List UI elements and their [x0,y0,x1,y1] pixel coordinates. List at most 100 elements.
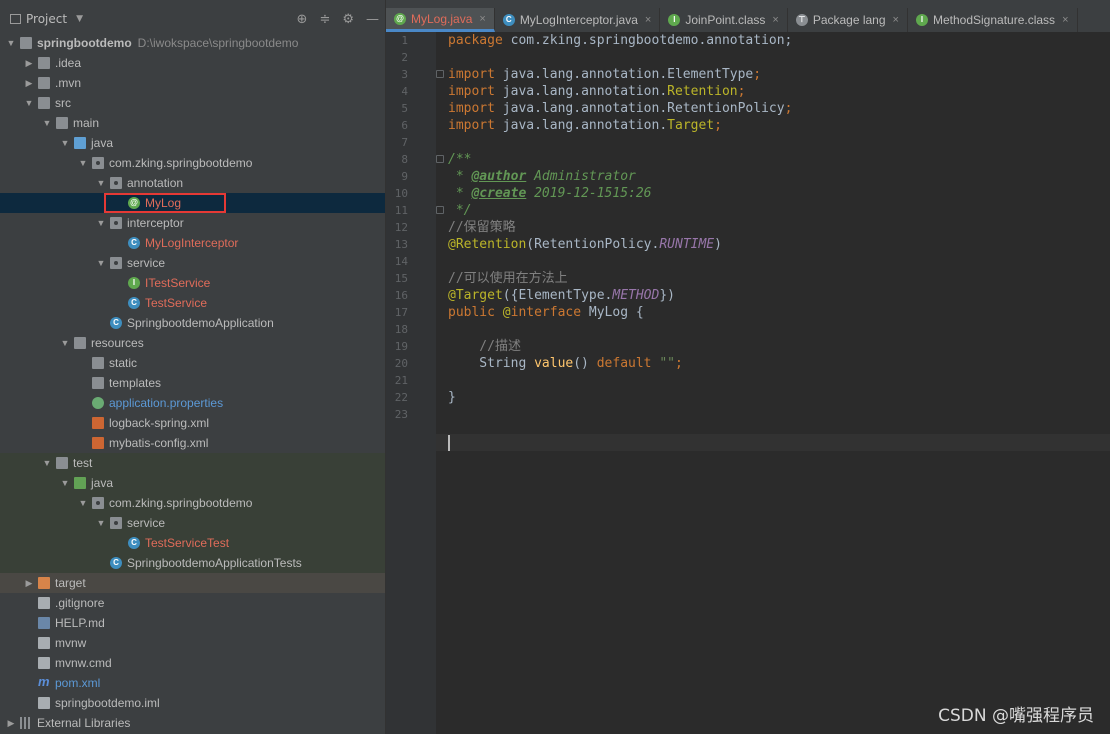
tree-item[interactable]: ▼ springbootdemo D:\iwokspace\springbootde… [0,33,385,53]
tree-item[interactable]: ▼ java [0,473,385,493]
class-icon: C [110,557,122,569]
tree-item[interactable]: application.properties [0,393,385,413]
code-line: import java.lang.annotation.ElementType; [448,67,762,82]
tree-item-label: static [109,356,138,370]
chevron-right-icon[interactable]: ▶ [24,573,34,593]
chevron-down-icon[interactable]: ▼ [96,253,106,273]
tree-item[interactable]: ▼ src [0,93,385,113]
project-view-selector[interactable]: Project ▼ [10,12,83,26]
tree-item[interactable]: C MyLogInterceptor [0,233,385,253]
tree-item[interactable]: ▼ resources [0,333,385,353]
chevron-right-icon[interactable]: ▶ [6,713,16,733]
tree-item[interactable]: C TestServiceTest [0,533,385,553]
folder-icon [92,357,104,369]
chevron-down-icon[interactable]: ▼ [96,173,106,193]
tree-item[interactable]: ▼ com.zking.springbootdemo [0,493,385,513]
line-number: 8 [401,153,408,166]
tree-item[interactable]: m pom.xml [0,673,385,693]
tree-item[interactable]: ▶ .mvn [0,73,385,93]
tree-item[interactable]: ▼ service [0,253,385,273]
editor-tab[interactable]: I MethodSignature.class × [908,8,1078,32]
tree-item[interactable]: mvnw.cmd [0,653,385,673]
tree-item-label: interceptor [127,216,184,230]
chevron-down-icon[interactable]: ▼ [60,333,70,353]
chevron-down-icon[interactable]: ▼ [42,113,52,133]
tree-item[interactable]: ▼ annotation [0,173,385,193]
current-line-highlight [436,434,1110,451]
line-number: 6 [401,119,408,132]
tree-item[interactable]: ▼ test [0,453,385,473]
editor-tab[interactable]: I JoinPoint.class × [660,8,788,32]
tree-item-label: logback-spring.xml [109,416,210,430]
tree-item-label: com.zking.springbootdemo [109,496,253,510]
fold-marker-icon[interactable] [436,206,444,214]
selection-highlight-box [104,193,226,213]
chevron-down-icon[interactable]: ▼ [96,213,106,233]
tree-item[interactable]: C SpringbootdemoApplication [0,313,385,333]
project-icon [10,14,21,24]
tree-item-label: SpringbootdemoApplicationTests [127,556,302,570]
tree-item[interactable]: static [0,353,385,373]
tree-item[interactable]: HELP.md [0,613,385,633]
tree-item[interactable]: ▶ target [0,573,385,593]
close-icon[interactable]: × [893,8,899,32]
tree-item-label: HELP.md [55,616,105,630]
tree-item[interactable]: mybatis-config.xml [0,433,385,453]
fold-marker-icon[interactable] [436,155,444,163]
chevron-down-icon[interactable]: ▼ [60,473,70,493]
chevron-down-icon[interactable]: ▼ [78,493,88,513]
tree-item[interactable]: C SpringbootdemoApplicationTests [0,553,385,573]
class-icon: C [128,237,140,249]
tree-item[interactable]: mvnw [0,633,385,653]
tree-item-label: mvnw.cmd [55,656,112,670]
editor-tab[interactable]: ⊤ Package lang × [788,8,908,32]
tree-item[interactable]: templates [0,373,385,393]
editor-tab[interactable]: @ MyLog.java × [386,8,495,32]
code-editor[interactable]: 1 2 3 4 5 6 7 8 9 10 11 12 13 14 15 16 17 18 19 20 21 22 23 pa… [386,32,1110,734]
tree-item[interactable]: springbootdemo.iml [0,693,385,713]
tree-item[interactable]: ▶ .idea [0,53,385,73]
chevron-down-icon[interactable]: ▼ [96,513,106,533]
test-folder-icon [74,477,86,489]
close-icon[interactable]: × [479,7,485,31]
tree-item[interactable]: ▶ External Libraries [0,713,385,733]
chevron-right-icon[interactable]: ▶ [24,53,34,73]
tab-label: MyLog.java [411,11,473,26]
tree-item[interactable]: C TestService [0,293,385,313]
chevron-down-icon[interactable]: ▼ [42,453,52,473]
chevron-down-icon[interactable]: ▼ [24,93,34,113]
folder-icon [92,377,104,389]
chevron-down-icon[interactable]: ▼ [6,33,16,53]
code-line: package com.zking.springbootdemo.annotat… [448,33,793,48]
spring-properties-icon [92,397,104,409]
close-icon[interactable]: × [645,8,651,32]
editor-tab[interactable]: C MyLogInterceptor.java × [495,8,661,32]
chevron-down-icon[interactable]: ▼ [60,133,70,153]
tree-item[interactable]: ▼ main [0,113,385,133]
folder-icon [38,57,50,69]
collapse-all-icon[interactable]: ≑ [319,12,330,27]
hide-icon[interactable]: — [366,12,379,27]
locate-icon[interactable]: ⊕ [297,12,308,27]
tree-item-label: resources [91,336,144,350]
tree-item[interactable]: I ITestService [0,273,385,293]
tree-item[interactable]: logback-spring.xml [0,413,385,433]
tree-item[interactable]: ▼ com.zking.springbootdemo [0,153,385,173]
tree-item[interactable]: ▼ service [0,513,385,533]
tree-item[interactable]: ▼ java [0,133,385,153]
folder-icon [38,77,50,89]
chevron-down-icon[interactable]: ▼ [78,153,88,173]
close-icon[interactable]: × [772,8,778,32]
close-icon[interactable]: × [1062,8,1068,32]
gear-icon[interactable]: ⚙ [342,12,354,27]
tree-item[interactable]: ▼ interceptor [0,213,385,233]
chevron-right-icon[interactable]: ▶ [24,73,34,93]
tree-item-label: target [55,576,86,590]
file-type-icon: @ [394,12,406,25]
tree-item-label: SpringbootdemoApplication [127,316,274,330]
tree-item[interactable]: .gitignore [0,593,385,613]
chevron-down-icon[interactable]: ▼ [76,14,83,24]
excluded-folder-icon [38,577,50,589]
fold-marker-icon[interactable] [436,70,444,78]
line-number: 9 [401,170,408,183]
